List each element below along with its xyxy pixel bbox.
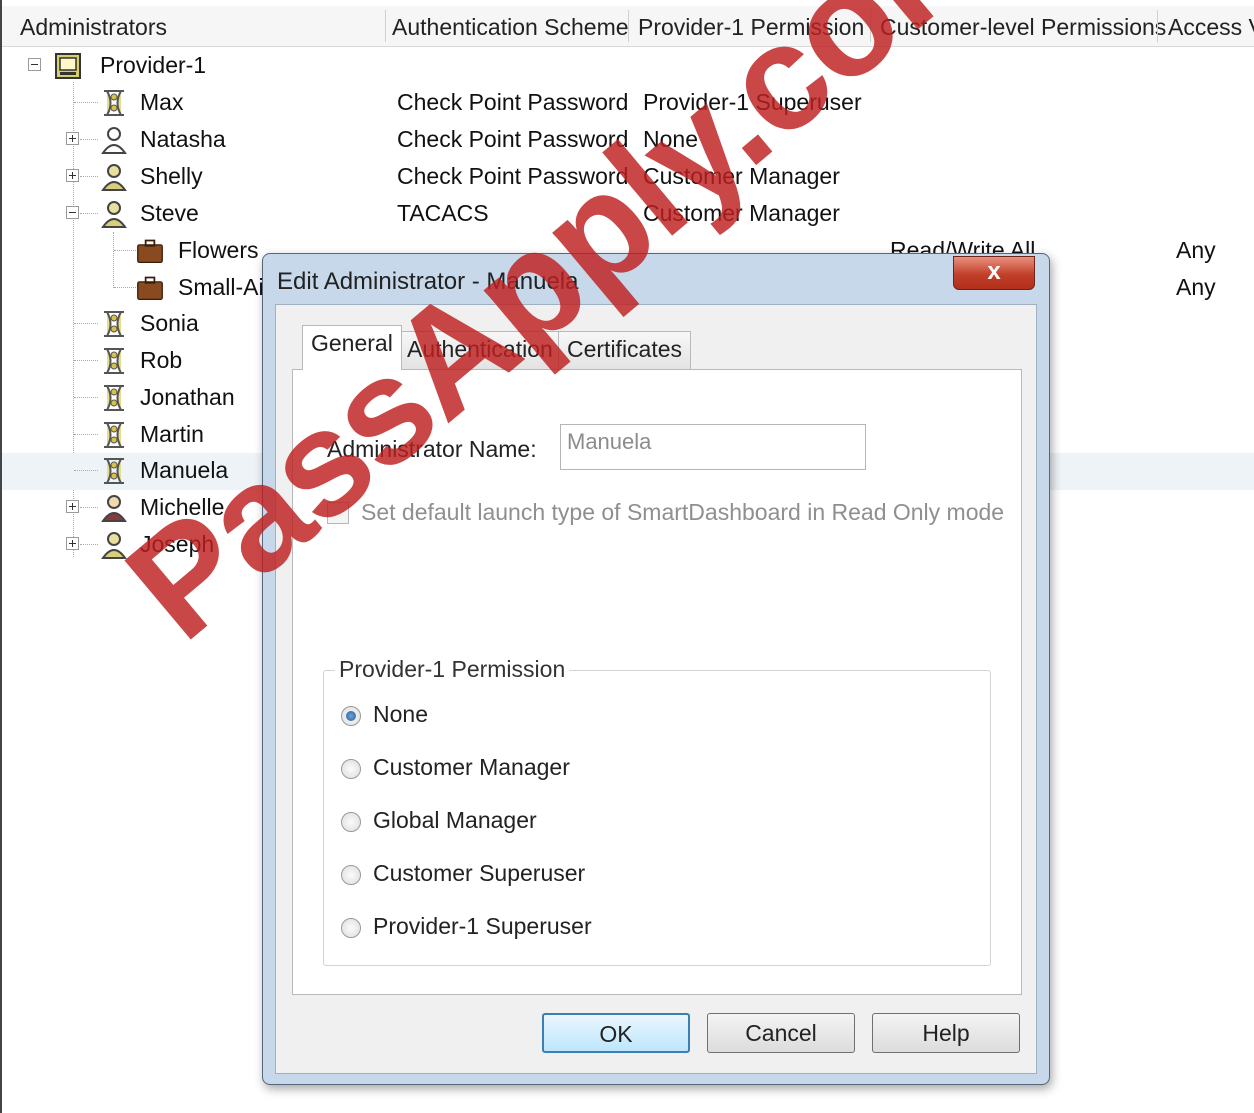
customer-name: Small-Air	[178, 274, 272, 300]
tree-row-shelly[interactable]: Shelly Check Point Password Customer Man…	[2, 159, 1254, 196]
auth-scheme-cell: Check Point Password	[397, 163, 629, 189]
tree-row-natasha[interactable]: Natasha Check Point Password None	[2, 122, 1254, 159]
ok-button[interactable]: OK	[542, 1013, 690, 1053]
cancel-button[interactable]: Cancel	[707, 1013, 855, 1053]
admin-name: Natasha	[140, 126, 226, 152]
admin-name: Max	[140, 89, 184, 115]
permission-cell: Customer Manager	[643, 163, 840, 189]
readonly-mode-checkbox[interactable]	[327, 502, 349, 524]
expand-icon[interactable]	[66, 169, 79, 182]
access-cell: Any	[1176, 274, 1216, 300]
provider-server-icon	[55, 53, 81, 79]
tab-general[interactable]: General	[302, 325, 402, 370]
customer-briefcase-icon	[137, 276, 163, 301]
close-icon: x	[987, 258, 1001, 285]
superuser-group-icon	[104, 90, 124, 116]
permission-cell: None	[643, 126, 698, 152]
help-button[interactable]: Help	[872, 1013, 1020, 1053]
close-button[interactable]: x	[953, 256, 1035, 290]
admin-name: Rob	[140, 347, 183, 373]
radio-customer-manager-label: Customer Manager	[373, 754, 570, 780]
superuser-group-icon	[104, 348, 124, 374]
tab-certificates[interactable]: Certificates	[558, 331, 692, 369]
radio-none[interactable]	[341, 706, 361, 726]
expand-icon[interactable]	[66, 537, 79, 550]
radio-global-manager[interactable]	[341, 812, 361, 832]
access-cell: Any	[1176, 237, 1216, 263]
readonly-mode-label: Set default launch type of SmartDashboar…	[361, 499, 1005, 525]
permission-cell: Customer Manager	[643, 200, 840, 226]
dialog-title: Edit Administrator - Manuela	[277, 268, 579, 295]
admin-name: Joseph	[140, 531, 215, 557]
radio-provider-superuser[interactable]	[341, 918, 361, 938]
radio-customer-manager[interactable]	[341, 759, 361, 779]
tree-row-max[interactable]: Max Check Point Password Provider-1 Supe…	[2, 85, 1254, 122]
admin-name: Steve	[140, 200, 199, 226]
permission-group-label: Provider-1 Permission	[335, 656, 570, 683]
admin-name-field[interactable]: Manuela	[560, 424, 866, 470]
superuser-group-icon	[104, 311, 124, 337]
tab-authentication[interactable]: Authentication	[398, 331, 562, 369]
expand-icon[interactable]	[66, 500, 79, 513]
auth-scheme-cell: Check Point Password	[397, 89, 629, 115]
superuser-group-icon	[104, 422, 124, 448]
admin-name: Manuela	[140, 457, 229, 483]
admin-name: Shelly	[140, 163, 203, 189]
admin-name: Michelle	[140, 494, 225, 520]
column-auth-scheme[interactable]: Authentication Scheme	[392, 14, 629, 41]
admin-name: Sonia	[140, 310, 199, 336]
admin-user-icon	[101, 495, 127, 522]
permission-cell: Provider-1 Superuser	[643, 89, 862, 115]
tree-root-provider[interactable]: Provider-1	[2, 48, 1254, 85]
tree-row-steve[interactable]: Steve TACACS Customer Manager	[2, 196, 1254, 233]
column-customer-permissions[interactable]: Customer-level Permissions	[880, 14, 1166, 41]
dialog-body: General Authentication Certificates Admi…	[275, 304, 1037, 1074]
radio-customer-superuser[interactable]	[341, 865, 361, 885]
radio-customer-superuser-label: Customer Superuser	[373, 860, 586, 886]
auth-scheme-cell: TACACS	[397, 200, 489, 226]
edit-administrator-dialog: Edit Administrator - Manuela x General A…	[262, 253, 1050, 1085]
root-label: Provider-1	[100, 52, 207, 78]
column-provider-permission[interactable]: Provider-1 Permission	[638, 14, 864, 41]
admin-name: Martin	[140, 421, 204, 447]
radio-provider-superuser-label: Provider-1 Superuser	[373, 913, 592, 939]
column-header-bar: Administrators Authentication Scheme Pro…	[2, 6, 1254, 47]
column-administrators[interactable]: Administrators	[20, 14, 167, 41]
auth-scheme-cell: Check Point Password	[397, 126, 629, 152]
collapse-icon[interactable]	[28, 58, 41, 71]
customer-manager-icon	[101, 164, 127, 191]
superuser-group-icon	[104, 458, 124, 484]
collapse-icon[interactable]	[66, 206, 79, 219]
column-access[interactable]: Access V	[1168, 14, 1254, 41]
customer-manager-icon	[101, 532, 127, 559]
admin-name-label: Administrator Name:	[327, 436, 537, 462]
general-tab-panel: Administrator Name: Manuela Set default …	[292, 369, 1022, 995]
customer-name: Flowers	[178, 237, 259, 263]
superuser-group-icon	[104, 385, 124, 411]
radio-global-manager-label: Global Manager	[373, 807, 537, 833]
user-icon	[101, 127, 127, 154]
expand-icon[interactable]	[66, 132, 79, 145]
customer-manager-icon	[101, 201, 127, 228]
radio-none-label: None	[373, 701, 428, 727]
admin-name: Jonathan	[140, 384, 235, 410]
customer-briefcase-icon	[137, 239, 163, 264]
